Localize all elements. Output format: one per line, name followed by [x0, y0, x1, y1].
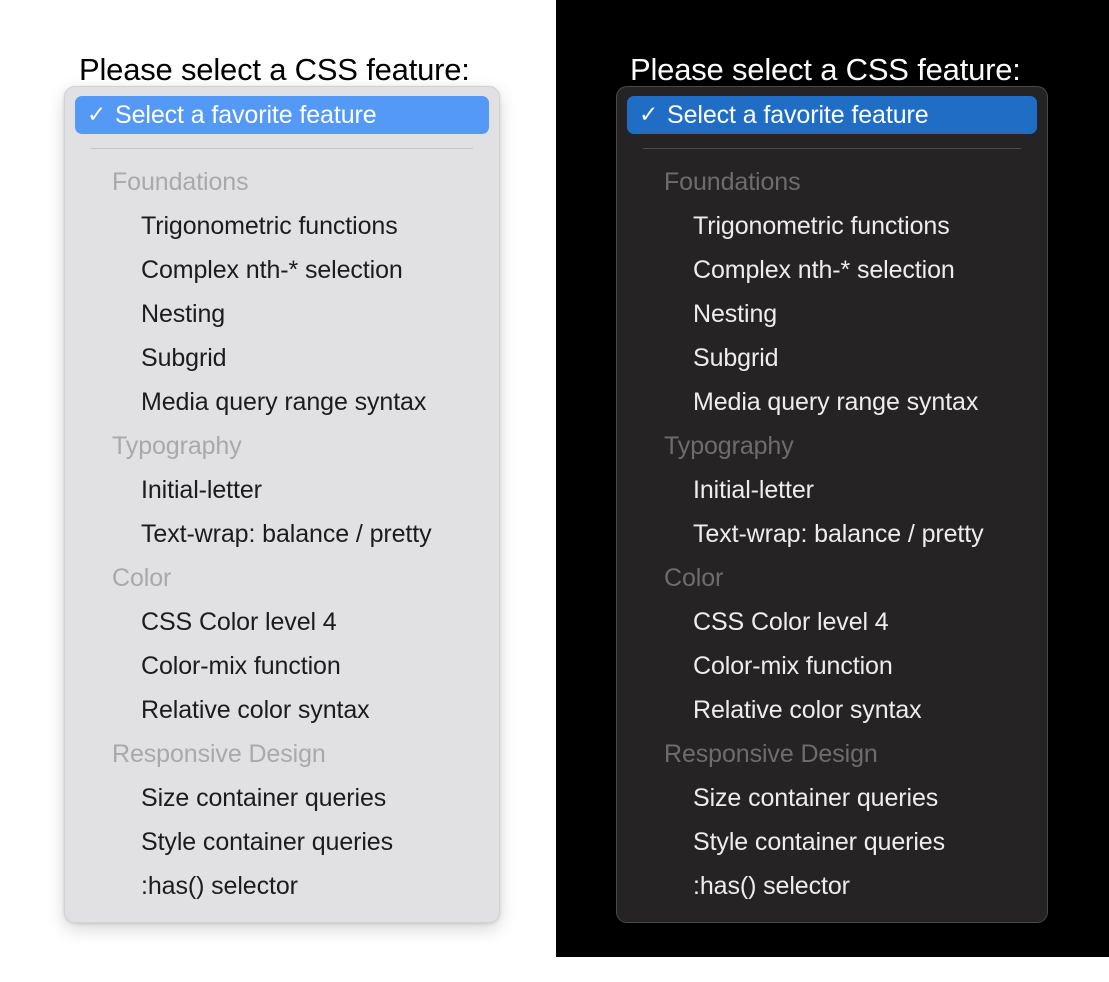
screenshot-stage: Please select a CSS feature: ✓ Select a … [0, 0, 1109, 982]
option-has-selector[interactable]: :has() selector [65, 864, 499, 908]
option-complex-nth-selection[interactable]: Complex nth-* selection [617, 248, 1047, 292]
option-has-selector[interactable]: :has() selector [617, 864, 1047, 908]
optgroup-label-color: Color [664, 564, 724, 592]
option-media-query-range-syntax[interactable]: Media query range syntax [65, 380, 499, 424]
option-initial-letter[interactable]: Initial-letter [617, 468, 1047, 512]
option-nesting[interactable]: Nesting [65, 292, 499, 336]
menu-separator [91, 148, 473, 149]
optgroup-label-color: Color [112, 564, 172, 592]
option-css-color-level-4[interactable]: CSS Color level 4 [617, 600, 1047, 644]
page-title-dark: Please select a CSS feature: [630, 52, 1021, 87]
checkmark-icon: ✓ [87, 100, 107, 127]
light-theme-canvas: Please select a CSS feature: ✓ Select a … [0, 0, 556, 982]
option-subgrid[interactable]: Subgrid [65, 336, 499, 380]
menu-separator [643, 148, 1021, 149]
option-color-mix-function[interactable]: Color-mix function [617, 644, 1047, 688]
checkmark-icon: ✓ [639, 100, 659, 127]
option-style-container-queries[interactable]: Style container queries [617, 820, 1047, 864]
optgroup-label-foundations: Foundations [112, 168, 249, 196]
option-css-color-level-4[interactable]: CSS Color level 4 [65, 600, 499, 644]
optgroup-label-typography: Typography [112, 432, 242, 460]
optgroup-label-responsive-design: Responsive Design [112, 740, 326, 768]
option-complex-nth-selection[interactable]: Complex nth-* selection [65, 248, 499, 292]
option-initial-letter[interactable]: Initial-letter [65, 468, 499, 512]
selected-option-label: Select a favorite feature [667, 100, 929, 129]
option-relative-color-syntax[interactable]: Relative color syntax [617, 688, 1047, 732]
option-text-wrap[interactable]: Text-wrap: balance / pretty [617, 512, 1047, 556]
option-size-container-queries[interactable]: Size container queries [65, 776, 499, 820]
option-trigonometric-functions[interactable]: Trigonometric functions [617, 204, 1047, 248]
optgroup-label-responsive-design: Responsive Design [664, 740, 878, 768]
select-dropdown-light[interactable]: ✓ Select a favorite feature Foundations … [64, 86, 500, 923]
option-size-container-queries[interactable]: Size container queries [617, 776, 1047, 820]
option-media-query-range-syntax[interactable]: Media query range syntax [617, 380, 1047, 424]
select-dropdown-dark[interactable]: ✓ Select a favorite feature Foundations … [616, 86, 1048, 923]
option-relative-color-syntax[interactable]: Relative color syntax [65, 688, 499, 732]
option-trigonometric-functions[interactable]: Trigonometric functions [65, 204, 499, 248]
option-text-wrap[interactable]: Text-wrap: balance / pretty [65, 512, 499, 556]
option-nesting[interactable]: Nesting [617, 292, 1047, 336]
optgroup-label-typography: Typography [664, 432, 794, 460]
selected-option-light[interactable]: ✓ Select a favorite feature [75, 96, 489, 134]
page-title-light: Please select a CSS feature: [79, 52, 470, 87]
option-color-mix-function[interactable]: Color-mix function [65, 644, 499, 688]
selected-option-dark[interactable]: ✓ Select a favorite feature [627, 96, 1037, 134]
option-style-container-queries[interactable]: Style container queries [65, 820, 499, 864]
selected-option-label: Select a favorite feature [115, 100, 377, 129]
option-subgrid[interactable]: Subgrid [617, 336, 1047, 380]
optgroup-label-foundations: Foundations [664, 168, 801, 196]
dark-theme-canvas: Please select a CSS feature: ✓ Select a … [556, 0, 1109, 957]
